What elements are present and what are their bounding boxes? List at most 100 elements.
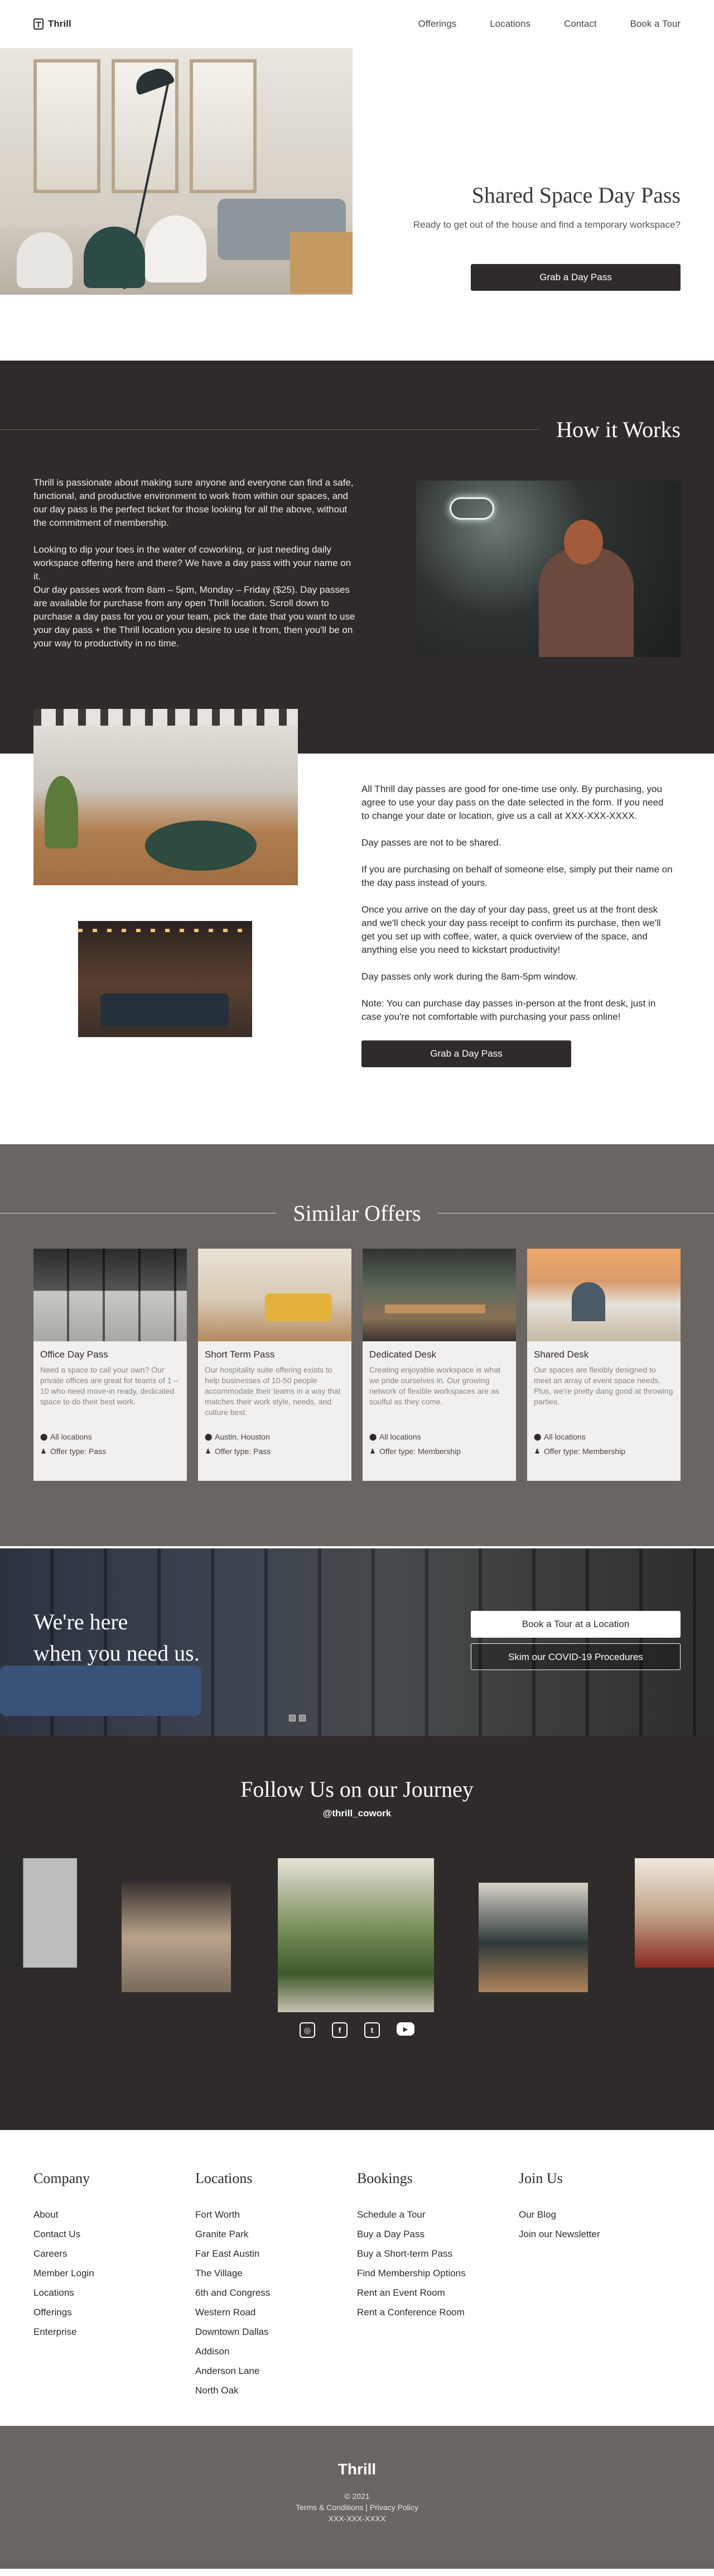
footer-link-addison[interactable]: Addison bbox=[195, 2342, 357, 2361]
footer-link-granite-park[interactable]: Granite Park bbox=[195, 2224, 357, 2244]
how-paragraph-2: Looking to dip your toes in the water of… bbox=[33, 544, 351, 582]
cta-banner: We're here when you need us. Book a Tour… bbox=[0, 1546, 714, 1736]
hero-section: Shared Space Day Pass Ready to get out o… bbox=[0, 48, 714, 295]
open-workspace-photo bbox=[33, 709, 298, 885]
offer-location: ⬤ All locations bbox=[369, 1432, 421, 1441]
how-it-works-text: Thrill is passionate about making sure a… bbox=[33, 476, 357, 664]
privacy-link[interactable]: Privacy Policy bbox=[370, 2503, 418, 2512]
nav-locations[interactable]: Locations bbox=[490, 18, 530, 30]
footer-link-blog[interactable]: Our Blog bbox=[519, 2205, 681, 2224]
gallery-image-1[interactable] bbox=[0, 1858, 77, 1968]
legal-links: Terms & Conditions | Privacy Policy bbox=[0, 2502, 714, 2513]
offer-location: ⬤ Austin, Houston bbox=[205, 1432, 270, 1441]
legal-separator: | bbox=[365, 2503, 368, 2512]
footer-link-about[interactable]: About bbox=[33, 2205, 195, 2224]
offer-image bbox=[33, 1249, 187, 1341]
site-header: Thrill Offerings Locations Contact Book … bbox=[0, 0, 714, 48]
footer-link-downtown-dallas[interactable]: Downtown Dallas bbox=[195, 2322, 357, 2342]
footer-link-north-oak[interactable]: North Oak bbox=[195, 2381, 357, 2400]
footer-logo[interactable]: Thrill bbox=[0, 2460, 714, 2478]
footer-link-enterprise[interactable]: Enterprise bbox=[33, 2322, 195, 2342]
covid-procedures-button[interactable]: Skim our COVID-19 Procedures bbox=[471, 1643, 681, 1670]
footer-link-locations[interactable]: Locations bbox=[33, 2283, 195, 2302]
footer-link-the-village[interactable]: The Village bbox=[195, 2263, 357, 2283]
logo-link[interactable]: Thrill bbox=[33, 18, 71, 30]
grab-day-pass-button-2[interactable]: Grab a Day Pass bbox=[361, 1040, 571, 1067]
footer-link-event-room[interactable]: Rent an Event Room bbox=[357, 2283, 519, 2302]
nav-contact[interactable]: Contact bbox=[564, 18, 597, 30]
footer-link-newsletter[interactable]: Join our Newsletter bbox=[519, 2224, 681, 2244]
footer-link-buy-short-term-pass[interactable]: Buy a Short-term Pass bbox=[357, 2244, 519, 2263]
instagram-icon[interactable]: ◎ bbox=[300, 2022, 315, 2038]
carousel-dots bbox=[289, 1715, 306, 1721]
facebook-icon[interactable]: f bbox=[332, 2022, 348, 2038]
title-divider bbox=[0, 429, 540, 430]
person-icon: ♟ bbox=[534, 1447, 541, 1455]
hero-lounge-photo bbox=[0, 48, 353, 295]
footer-link-anderson-lane[interactable]: Anderson Lane bbox=[195, 2361, 357, 2381]
offer-description: Creating enjoyable workspace is what we … bbox=[369, 1365, 501, 1406]
footer-link-western-road[interactable]: Western Road bbox=[195, 2302, 357, 2322]
offer-card-dedicated-desk[interactable]: Dedicated Desk Creating enjoyable worksp… bbox=[363, 1249, 516, 1481]
footer-link-offerings[interactable]: Offerings bbox=[33, 2302, 195, 2322]
terms-link[interactable]: Terms & Conditions bbox=[296, 2503, 363, 2512]
youtube-icon[interactable]: ▶ bbox=[397, 2022, 414, 2036]
nav-offerings[interactable]: Offerings bbox=[418, 18, 457, 30]
offer-image bbox=[527, 1249, 681, 1341]
offer-card-office-day-pass[interactable]: Office Day Pass Need a space to call you… bbox=[33, 1249, 187, 1481]
footer-link-6th-and-congress[interactable]: 6th and Congress bbox=[195, 2283, 357, 2302]
location-pin-icon: ⬤ bbox=[369, 1433, 377, 1441]
offer-location: ⬤ All locations bbox=[534, 1432, 586, 1441]
footer-col-bookings: Bookings Schedule a Tour Buy a Day Pass … bbox=[357, 2170, 519, 2426]
gallery-image-4[interactable] bbox=[479, 1883, 588, 1992]
banner-headline: We're here when you need us. bbox=[33, 1606, 200, 1669]
offer-title: Dedicated Desk bbox=[369, 1349, 437, 1360]
carousel-dot-2[interactable] bbox=[299, 1715, 306, 1721]
gallery-image-5[interactable] bbox=[635, 1858, 714, 1968]
offer-type: ♟ Offer type: Pass bbox=[205, 1447, 271, 1456]
copyright: © 2021 bbox=[344, 2492, 370, 2501]
banner-line-1: We're here bbox=[33, 1609, 128, 1634]
offer-cards: Office Day Pass Need a space to call you… bbox=[0, 1226, 714, 1481]
info-paragraph-5: Day passes only work during the 8am-5pm … bbox=[361, 971, 578, 982]
banner-buttons: Book a Tour at a Location Skim our COVID… bbox=[471, 1611, 681, 1670]
nav-book-a-tour[interactable]: Book a Tour bbox=[630, 18, 681, 30]
gallery-image-2[interactable] bbox=[122, 1883, 231, 1992]
similar-offers-section: Similar Offers Office Day Pass Need a sp… bbox=[0, 1144, 714, 1546]
info-paragraph-4: Once you arrive on the day of your day p… bbox=[361, 904, 661, 955]
location-pin-icon: ⬤ bbox=[205, 1433, 213, 1441]
footer-heading-bookings: Bookings bbox=[357, 2170, 413, 2186]
footer-link-member-login[interactable]: Member Login bbox=[33, 2263, 195, 2283]
offer-image bbox=[363, 1249, 516, 1341]
twitter-icon[interactable]: t bbox=[364, 2022, 380, 2038]
gallery-image-3[interactable] bbox=[278, 1858, 434, 2012]
footer-link-careers[interactable]: Careers bbox=[33, 2244, 195, 2263]
footer-heading-company: Company bbox=[33, 2170, 90, 2186]
footer-link-buy-day-pass[interactable]: Buy a Day Pass bbox=[357, 2224, 519, 2244]
footer-link-conference-room[interactable]: Rent a Conference Room bbox=[357, 2302, 519, 2322]
grab-day-pass-button[interactable]: Grab a Day Pass bbox=[471, 264, 681, 291]
similar-offers-title: Similar Offers bbox=[293, 1201, 421, 1226]
offer-card-short-term-pass[interactable]: Short Term Pass Our hospitality suite of… bbox=[198, 1249, 351, 1481]
footer-heading-join: Join Us bbox=[519, 2170, 563, 2186]
footer-link-fort-worth[interactable]: Fort Worth bbox=[195, 2205, 357, 2224]
footer-link-contact-us[interactable]: Contact Us bbox=[33, 2224, 195, 2244]
how-paragraph-3: Our day passes work from 8am – 5pm, Mond… bbox=[33, 584, 355, 649]
info-paragraph-3: If you are purchasing on behalf of someo… bbox=[361, 864, 673, 888]
person-icon: ♟ bbox=[205, 1447, 211, 1455]
footer-link-membership-options[interactable]: Find Membership Options bbox=[357, 2263, 519, 2283]
carousel-dot-1[interactable] bbox=[289, 1715, 296, 1721]
how-it-works-section: How it Works Thrill is passionate about … bbox=[0, 361, 714, 754]
footer-link-far-east-austin[interactable]: Far East Austin bbox=[195, 2244, 357, 2263]
offer-card-shared-desk[interactable]: Shared Desk Our spaces are flexibly desi… bbox=[527, 1249, 681, 1481]
footer-col-locations: Locations Fort Worth Granite Park Far Ea… bbox=[195, 2170, 357, 2426]
info-paragraph-2: Day passes are not to be shared. bbox=[361, 837, 501, 848]
day-pass-rules: All Thrill day passes are good for one-t… bbox=[361, 783, 674, 1067]
instagram-handle[interactable]: @thrill_cowork bbox=[0, 1808, 714, 1819]
person-icon: ♟ bbox=[40, 1447, 47, 1455]
footer-link-schedule-tour[interactable]: Schedule a Tour bbox=[357, 2205, 519, 2224]
location-pin-icon: ⬤ bbox=[40, 1433, 48, 1441]
offer-type: ♟ Offer type: Membership bbox=[534, 1447, 626, 1456]
book-tour-button[interactable]: Book a Tour at a Location bbox=[471, 1611, 681, 1638]
footer-col-company: Company About Contact Us Careers Member … bbox=[33, 2170, 195, 2426]
